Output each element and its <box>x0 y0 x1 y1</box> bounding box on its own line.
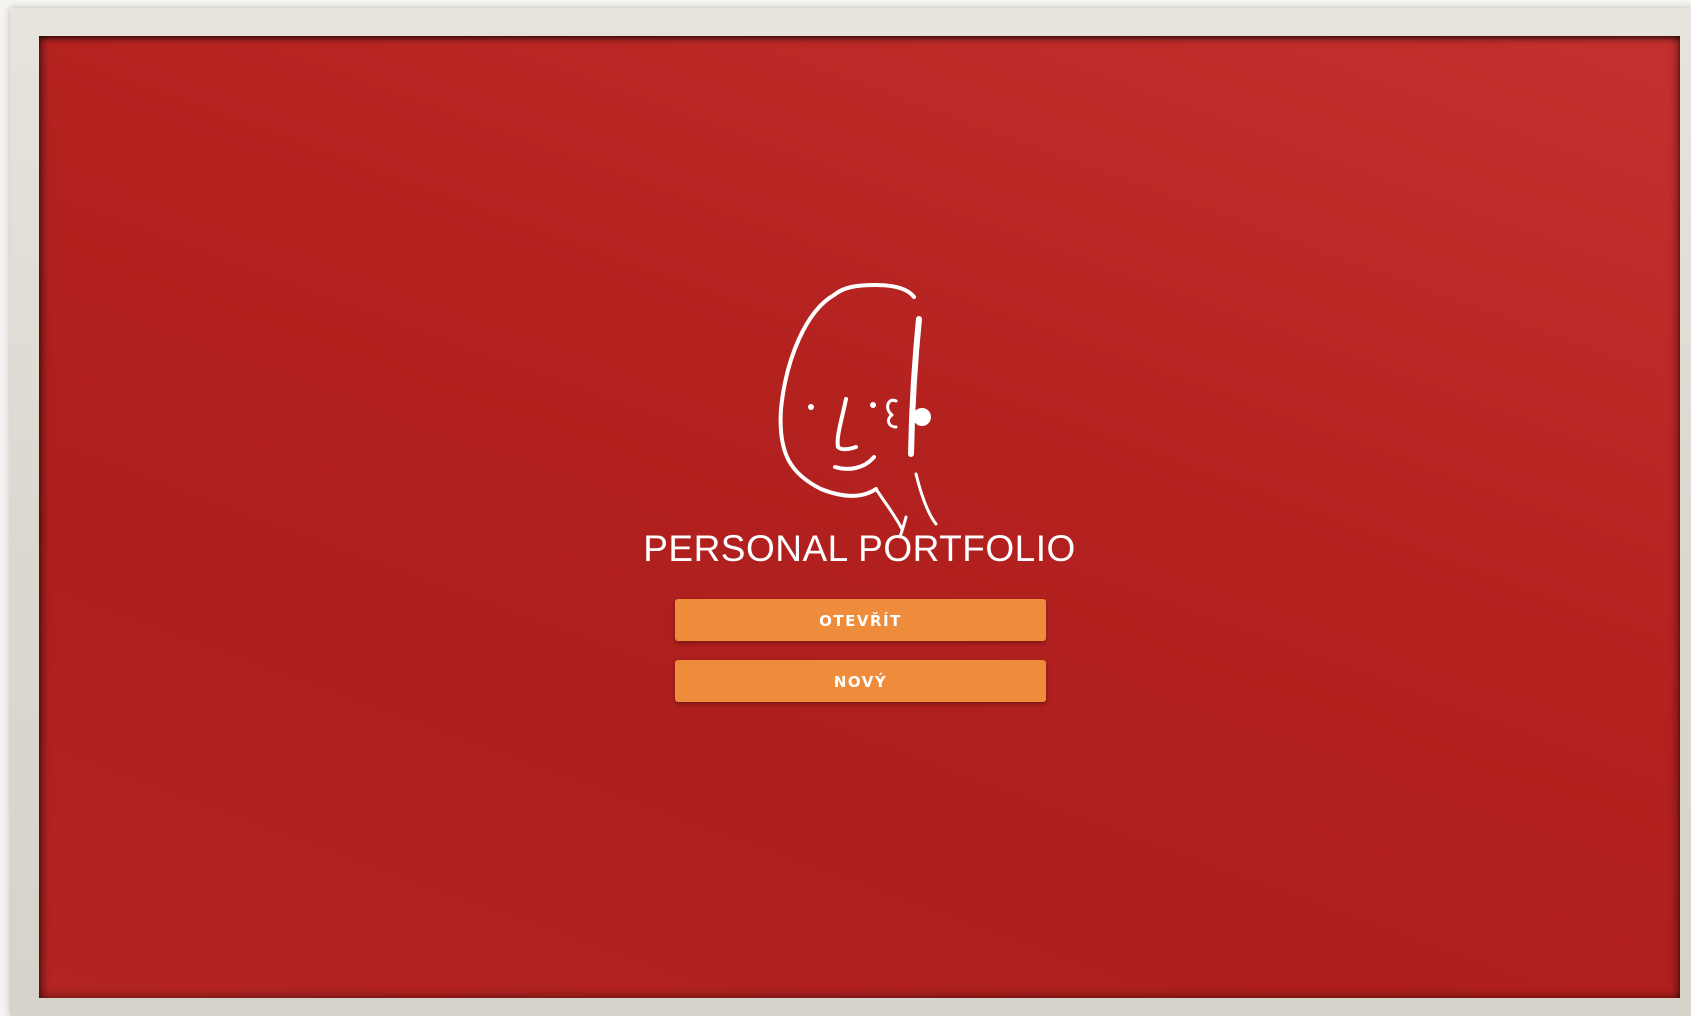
doodle-face-icon <box>778 283 938 539</box>
open-button[interactable]: OTEVŘÍT <box>675 599 1046 641</box>
device-frame: PERSONAL PORTFOLIO OTEVŘÍT NOVÝ <box>10 8 1691 1016</box>
new-button[interactable]: NOVÝ <box>675 660 1046 702</box>
app-title: PERSONAL PORTFOLIO <box>643 528 1076 569</box>
app-screen: PERSONAL PORTFOLIO OTEVŘÍT NOVÝ <box>39 36 1680 998</box>
